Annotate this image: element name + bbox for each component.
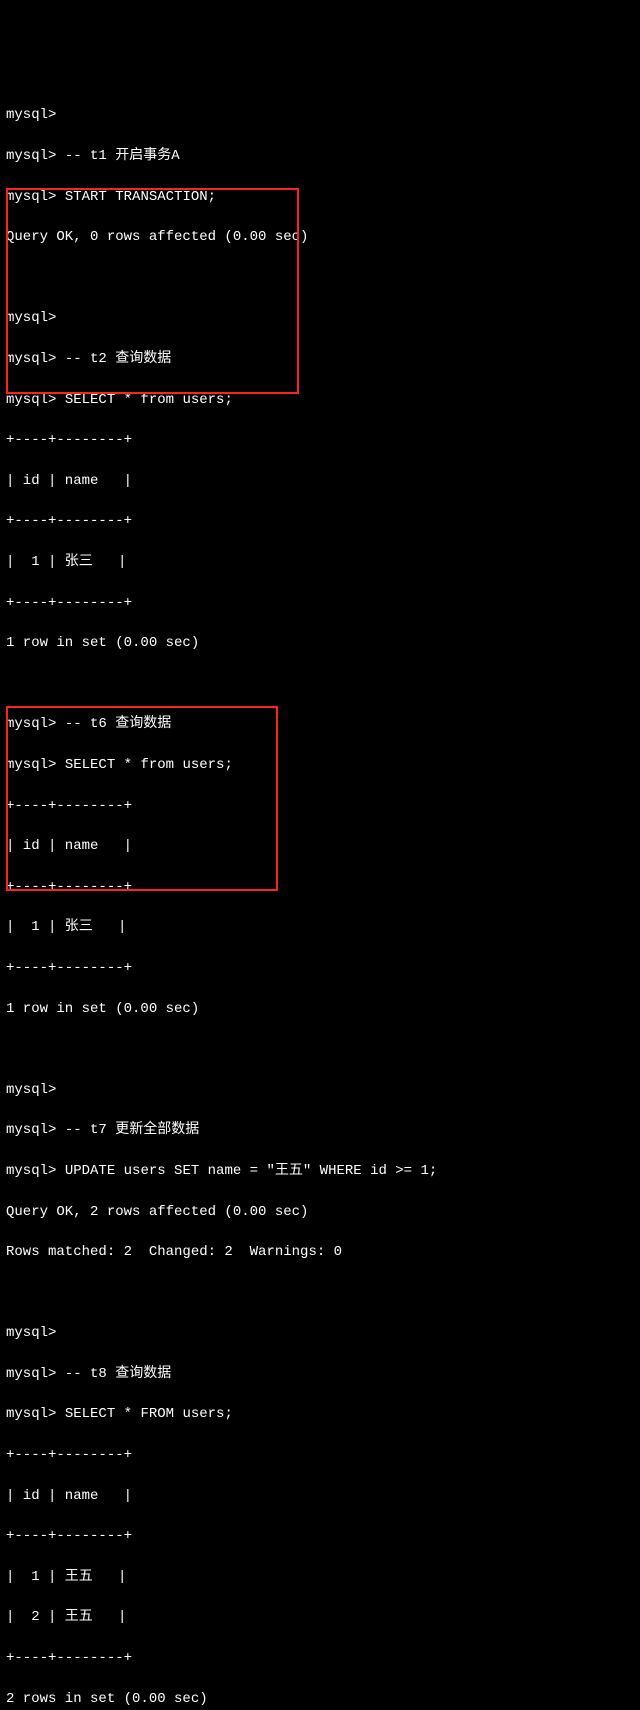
table-border: +----+--------+: [6, 877, 634, 897]
table-border: +----+--------+: [6, 1526, 634, 1546]
table-row: | 1 | 张三 |: [6, 552, 634, 572]
prompt: mysql>: [6, 1122, 56, 1138]
sql-statement: SELECT * FROM users;: [65, 1406, 233, 1422]
table-border: +----+--------+: [6, 511, 634, 531]
sql-comment: -- t7 更新全部数据: [65, 1122, 199, 1138]
prompt: mysql>: [6, 107, 56, 123]
t1-comment-line: mysql> -- t1 开启事务A: [6, 146, 634, 166]
t2-comment-line: mysql> -- t2 查询数据: [6, 349, 634, 369]
table-border: +----+--------+: [6, 1445, 634, 1465]
t6-footer-line: 1 row in set (0.00 sec): [6, 999, 634, 1019]
table-border: +----+--------+: [6, 796, 634, 816]
table-header: | id | name |: [6, 471, 634, 491]
sql-statement: SELECT * from users;: [65, 392, 233, 408]
prompt: mysql>: [6, 1163, 56, 1179]
t8-comment-line: mysql> -- t8 查询数据: [6, 1364, 634, 1384]
table-row: | 1 | 王五 |: [6, 1567, 634, 1587]
t6-sql-line: mysql> SELECT * from users;: [6, 755, 634, 775]
blank-line: [6, 268, 634, 288]
t7-result-1: Query OK, 2 rows affected (0.00 sec): [6, 1202, 634, 1222]
t7-result-2: Rows matched: 2 Changed: 2 Warnings: 0: [6, 1242, 634, 1262]
terminal: mysql> mysql> -- t1 开启事务A mysql> START T…: [6, 85, 634, 1710]
table-row: | 2 | 王五 |: [6, 1607, 634, 1627]
prompt: mysql>: [6, 148, 56, 164]
table-row: | 1 | 张三 |: [6, 917, 634, 937]
sql-statement: START TRANSACTION;: [65, 189, 216, 205]
prompt: mysql>: [6, 351, 56, 367]
t2-footer-line: 1 row in set (0.00 sec): [6, 633, 634, 653]
t1-result-line: Query OK, 0 rows affected (0.00 sec): [6, 227, 634, 247]
table-header: | id | name |: [6, 836, 634, 856]
sql-comment: -- t6 查询数据: [65, 716, 171, 732]
blank-line: [6, 1283, 634, 1303]
prompt-line: mysql>: [6, 105, 634, 125]
sql-statement: UPDATE users SET name = "王五" WHERE id >=…: [65, 1163, 437, 1179]
prompt: mysql>: [6, 757, 56, 773]
prompt: mysql>: [6, 1082, 56, 1098]
t1-sql-line: mysql> START TRANSACTION;: [6, 187, 634, 207]
table-header: | id | name |: [6, 1486, 634, 1506]
t8-footer-line: 2 rows in set (0.00 sec): [6, 1689, 634, 1709]
table-border: +----+--------+: [6, 430, 634, 450]
prompt-line: mysql>: [6, 1080, 634, 1100]
prompt: mysql>: [6, 1366, 56, 1382]
prompt-line: mysql>: [6, 308, 634, 328]
t8-sql-line: mysql> SELECT * FROM users;: [6, 1404, 634, 1424]
prompt-line: mysql>: [6, 1323, 634, 1343]
table-border: +----+--------+: [6, 958, 634, 978]
table-border: +----+--------+: [6, 1648, 634, 1668]
t7-comment-line: mysql> -- t7 更新全部数据: [6, 1120, 634, 1140]
sql-comment: -- t2 查询数据: [65, 351, 171, 367]
prompt: mysql>: [6, 716, 56, 732]
prompt: mysql>: [6, 1325, 56, 1341]
prompt: mysql>: [6, 392, 56, 408]
sql-statement: SELECT * from users;: [65, 757, 233, 773]
t7-sql-line: mysql> UPDATE users SET name = "王五" WHER…: [6, 1161, 634, 1181]
sql-comment: -- t8 查询数据: [65, 1366, 171, 1382]
prompt: mysql>: [6, 1406, 56, 1422]
t2-sql-line: mysql> SELECT * from users;: [6, 390, 634, 410]
prompt: mysql>: [6, 310, 56, 326]
table-border: +----+--------+: [6, 593, 634, 613]
sql-comment: -- t1 开启事务A: [65, 148, 180, 164]
t6-comment-line: mysql> -- t6 查询数据: [6, 714, 634, 734]
blank-line: [6, 1039, 634, 1059]
blank-line: [6, 674, 634, 694]
prompt: mysql>: [6, 189, 56, 205]
